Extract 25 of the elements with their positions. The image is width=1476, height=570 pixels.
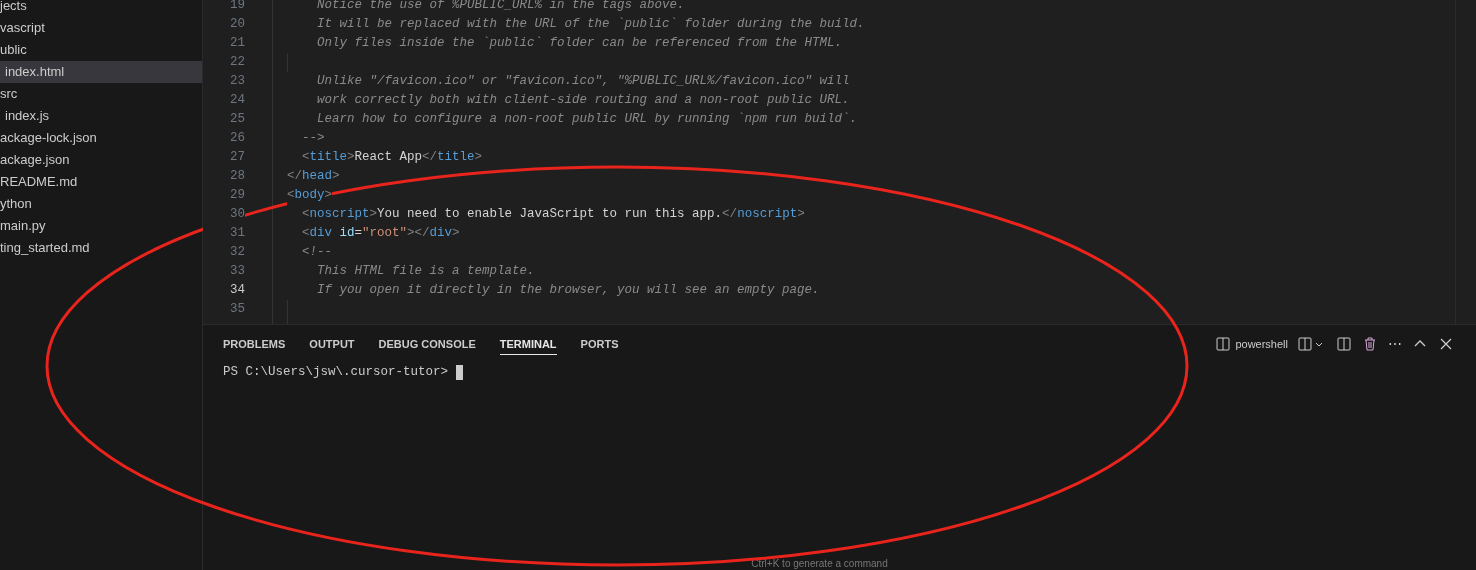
file-tree-item[interactable]: index.html [0, 61, 202, 83]
file-tree-item[interactable]: ting_started.md [0, 237, 202, 259]
panel-tab[interactable]: PORTS [580, 333, 619, 355]
file-tree-item[interactable]: src [0, 83, 202, 105]
terminal-prompt: PS C:\Users\jsw\.cursor-tutor> [223, 365, 449, 379]
text-cursor [456, 364, 464, 380]
file-tree-item[interactable]: vascript [0, 17, 202, 39]
file-tree-item[interactable]: index.js [0, 105, 202, 127]
file-tree-item[interactable]: README.md [0, 171, 202, 193]
terminal-panel-icon[interactable] [1215, 336, 1232, 352]
panel-tab[interactable]: PROBLEMS [223, 333, 286, 355]
split-icon[interactable] [1336, 336, 1352, 352]
file-tree-item[interactable]: ython [0, 193, 202, 215]
file-tree-item[interactable]: ackage-lock.json [0, 127, 202, 149]
close-icon[interactable] [1438, 336, 1454, 352]
file-tree-item[interactable]: ublic [0, 39, 202, 61]
file-tree-item[interactable]: main.py [0, 215, 202, 237]
trash-icon[interactable] [1362, 336, 1378, 352]
more-actions-button[interactable]: ⋯ [1388, 336, 1402, 352]
terminal-name[interactable]: powershell [1235, 338, 1288, 350]
panel-tab[interactable]: OUTPUT [309, 333, 355, 355]
file-tree-item[interactable]: jects [0, 0, 202, 17]
panel-tab[interactable]: TERMINAL [499, 333, 557, 355]
file-tree-item[interactable]: ackage.json [0, 149, 202, 171]
panel-tab[interactable]: DEBUG CONSOLE [378, 333, 476, 355]
